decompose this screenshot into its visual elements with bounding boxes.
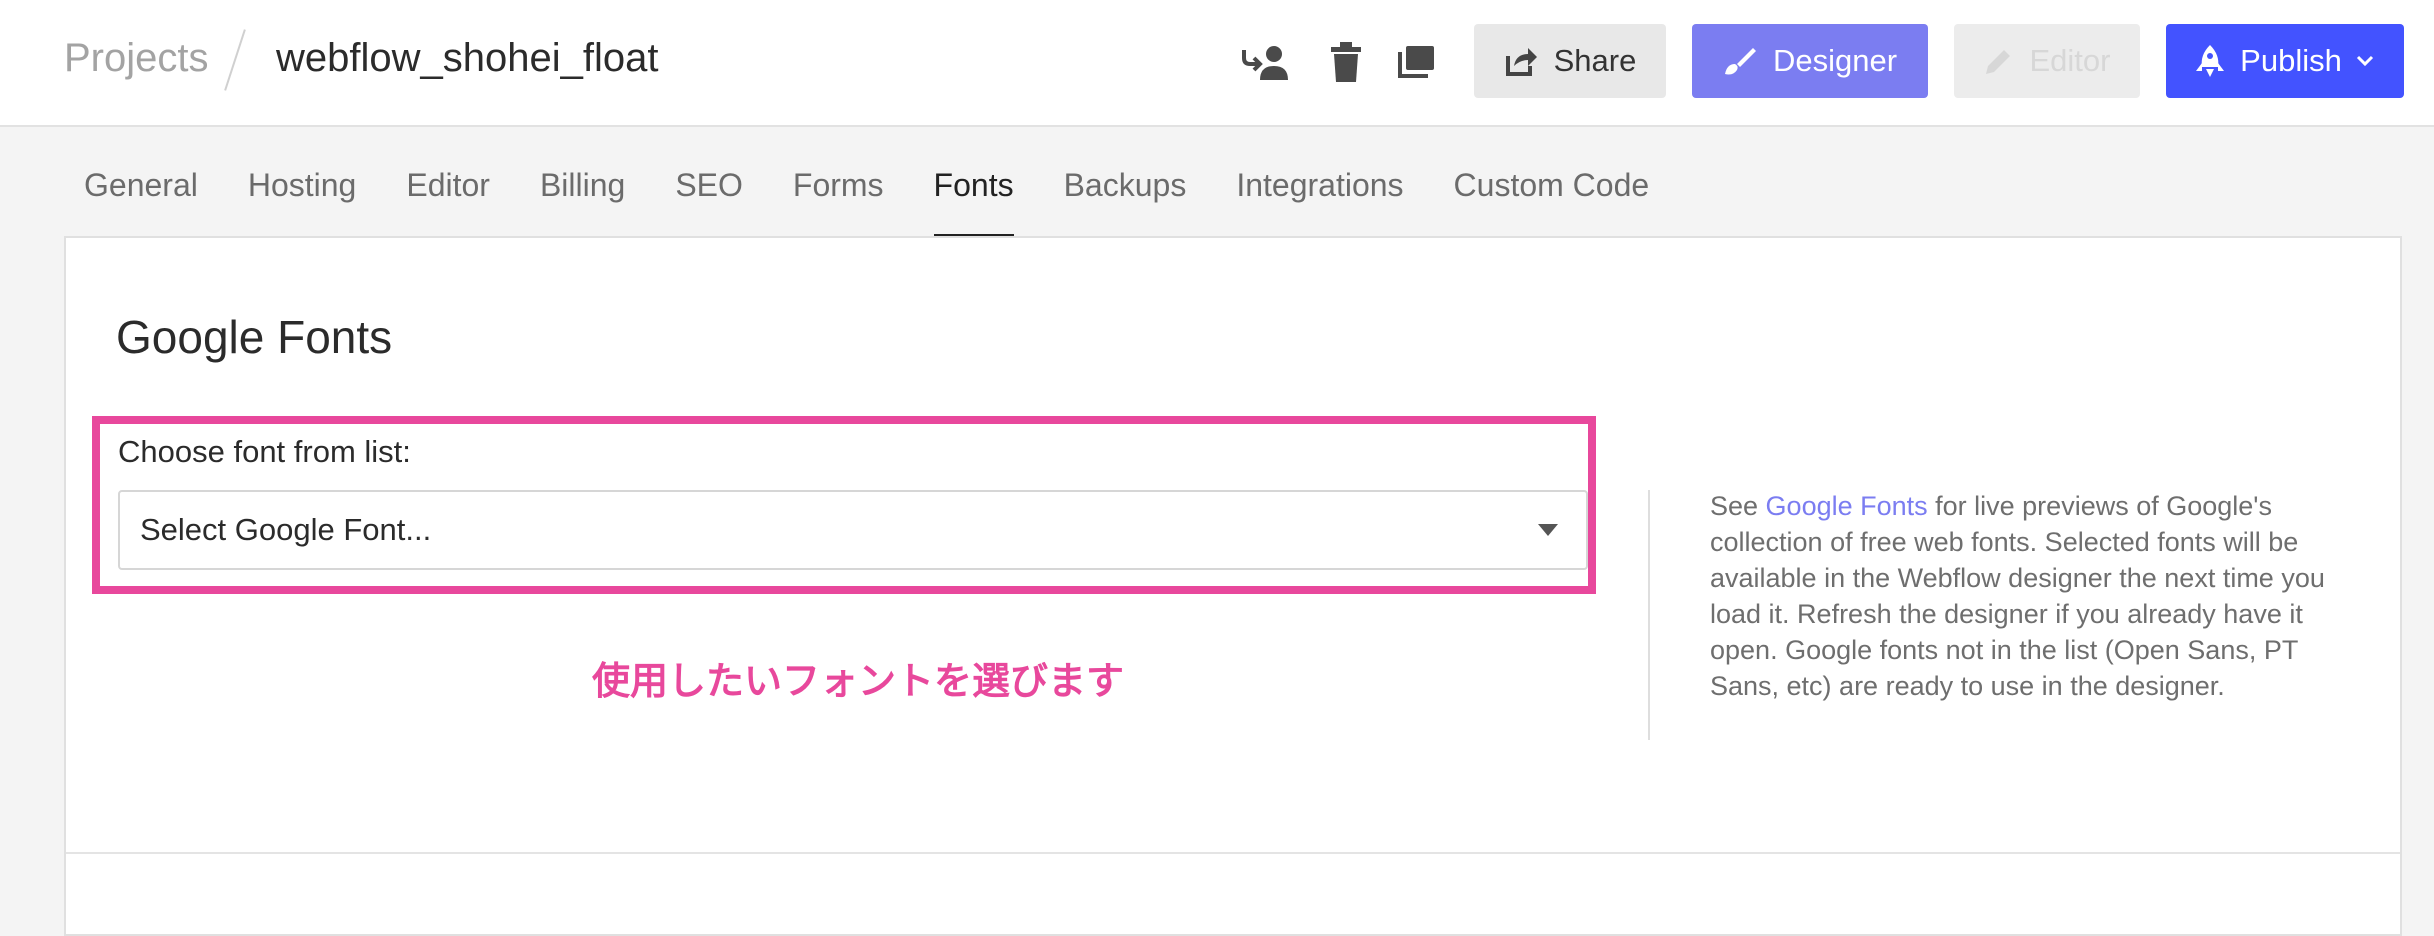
project-name: webflow_shohei_float [276,36,659,80]
tab-integrations[interactable]: Integrations [1236,164,1403,238]
editor-label: Editor [2029,43,2111,78]
annotation-text: 使用したいフォントを選びます [591,659,1124,703]
caret-down-icon [1538,524,1558,536]
designer-button[interactable]: Designer [1692,24,1928,98]
chevron-down-icon [2356,55,2374,67]
tab-seo[interactable]: SEO [675,164,743,238]
fonts-panel: Google Fonts Choose font from list: Sele… [64,236,2402,936]
google-fonts-link[interactable]: Google Fonts [1766,491,1928,521]
duplicate-icon[interactable] [1390,36,1442,88]
share-label: Share [1553,43,1637,78]
tab-general[interactable]: General [84,164,198,238]
vertical-divider [1648,490,1650,740]
panel-divider [66,852,2400,854]
top-bar: Projects webflow_shohei_float Share Desi… [0,0,2434,127]
publish-button[interactable]: Publish [2166,24,2404,98]
designer-label: Designer [1772,43,1898,78]
tab-fonts[interactable]: Fonts [933,164,1014,238]
transfer-user-icon[interactable] [1240,36,1292,88]
rocket-icon [2196,45,2225,77]
select-placeholder: Select Google Font... [140,512,432,547]
share-icon [1504,46,1538,76]
tab-custom-code[interactable]: Custom Code [1454,164,1650,238]
section-title: Google Fonts [116,311,393,363]
google-font-select[interactable]: Select Google Font... [118,490,1588,570]
tab-billing[interactable]: Billing [540,164,625,238]
editor-button[interactable]: Editor [1954,24,2140,98]
tab-hosting[interactable]: Hosting [248,164,357,238]
share-button[interactable]: Share [1474,24,1666,98]
help-prefix: See [1710,491,1766,521]
settings-tabs: General Hosting Editor Billing SEO Forms… [84,164,1699,238]
pencil-icon [1984,46,2014,76]
help-text: See Google Fonts for live previews of Go… [1710,488,2370,704]
trash-icon[interactable] [1320,36,1372,88]
publish-label: Publish [2240,43,2342,78]
tab-editor[interactable]: Editor [406,164,490,238]
breadcrumb-separator [224,29,246,91]
font-field-label: Choose font from list: [118,434,411,469]
help-body: for live previews of Google's collection… [1710,491,2325,701]
breadcrumb-projects[interactable]: Projects [64,36,209,81]
brush-icon [1723,46,1757,76]
tab-forms[interactable]: Forms [793,164,884,238]
tab-backups[interactable]: Backups [1064,164,1187,238]
